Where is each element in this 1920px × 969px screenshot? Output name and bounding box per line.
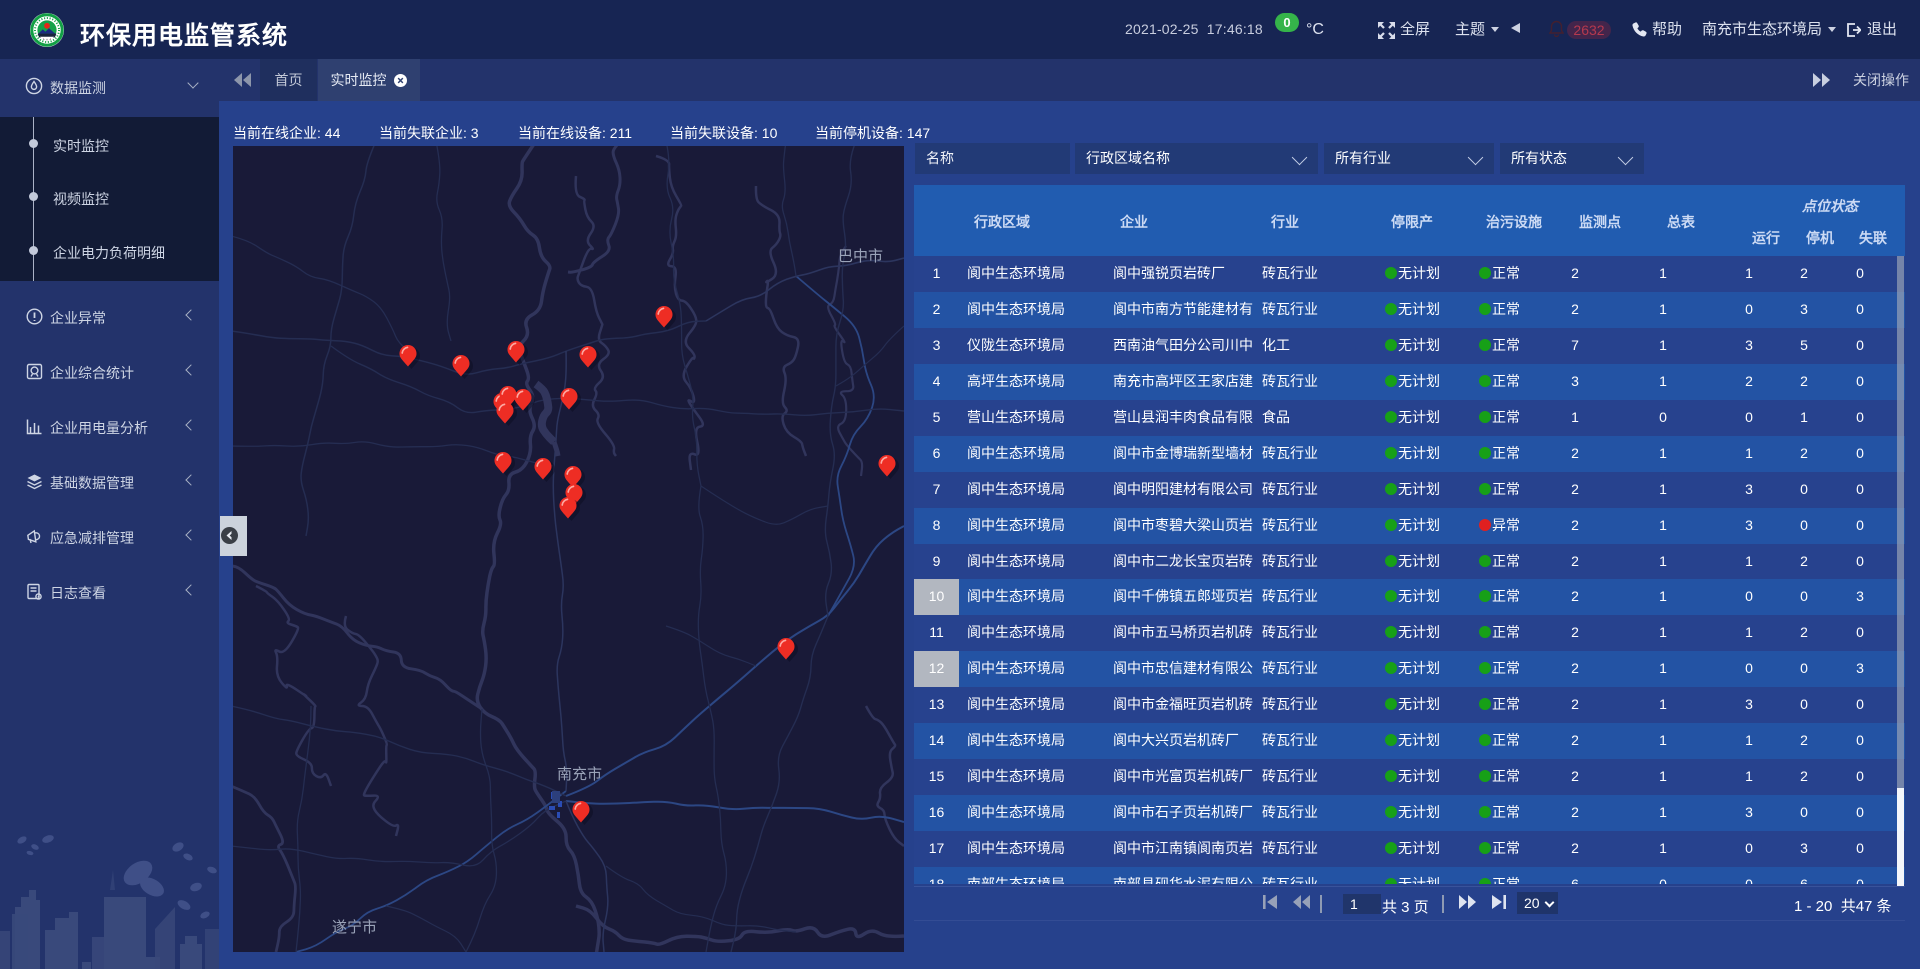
svg-text:遂宁市: 遂宁市 xyxy=(332,919,377,936)
svg-text:南充市: 南充市 xyxy=(557,766,602,783)
svg-text:巴中市: 巴中市 xyxy=(838,248,883,265)
